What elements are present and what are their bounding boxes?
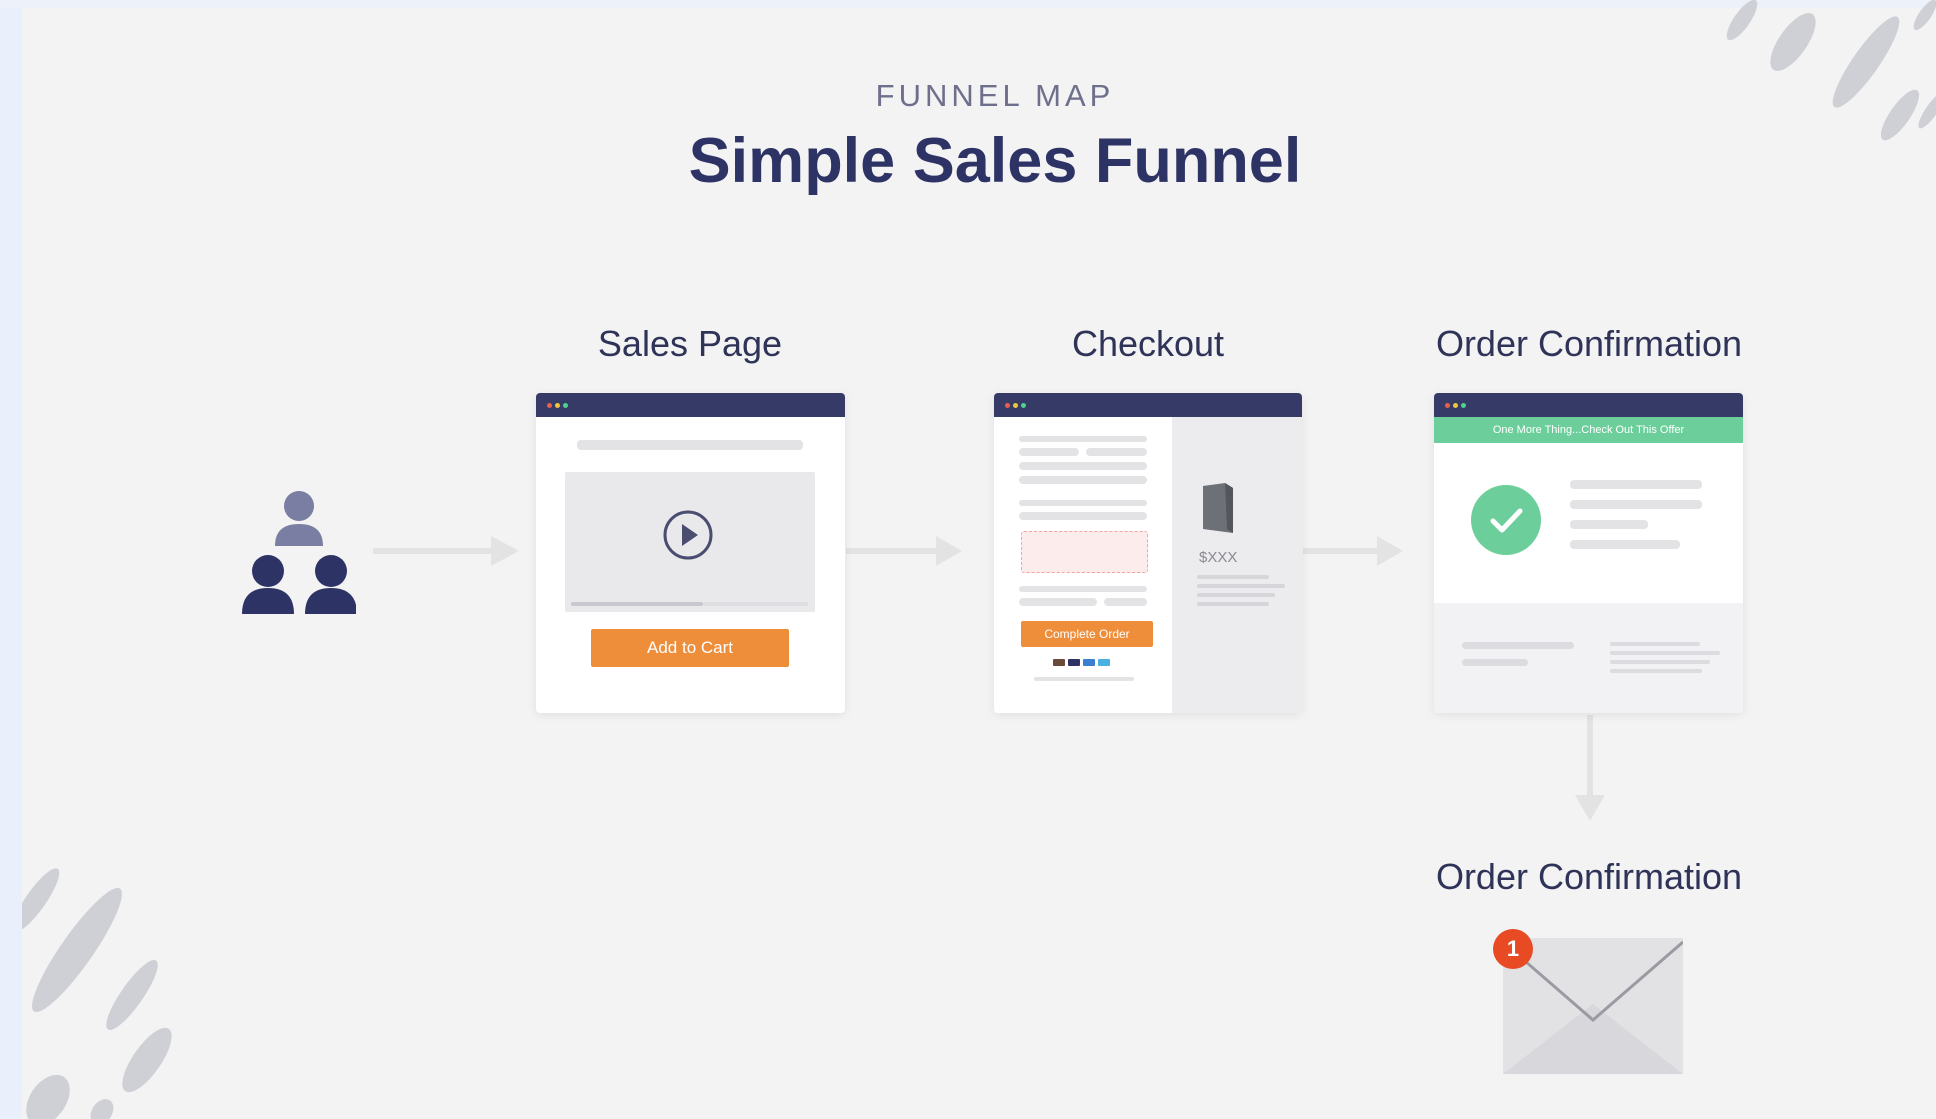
people-icon <box>242 491 356 614</box>
payment-card-icon <box>1053 659 1065 666</box>
eyebrow-label: FUNNEL MAP <box>875 78 1115 113</box>
product-price: $XXX <box>1199 549 1238 566</box>
payment-card-icon <box>1098 659 1110 666</box>
order-confirmation-card: One More Thing...Check Out This Offer <box>1434 393 1743 713</box>
top-edge <box>0 0 1936 8</box>
form-line <box>1019 500 1147 506</box>
step-label-checkout: Checkout <box>1071 323 1225 364</box>
step-label-order-confirmation-email: Order Confirmation <box>1435 856 1743 897</box>
form-line <box>1019 436 1147 442</box>
detail-line <box>1610 642 1700 646</box>
window-dot-yellow <box>555 403 560 408</box>
window-dot-yellow <box>1453 403 1458 408</box>
checkout-card: Complete Order $XXX <box>994 393 1302 713</box>
highlighted-field[interactable] <box>1021 531 1148 573</box>
form-field <box>1019 598 1097 606</box>
window-dot-green <box>1021 403 1026 408</box>
window-dot-red <box>547 403 552 408</box>
brush-strokes-bottom-left <box>22 868 172 1119</box>
summary-line <box>1197 593 1275 597</box>
arrow-icon <box>1575 715 1605 821</box>
window-dot-green <box>1461 403 1466 408</box>
notification-badge: 1 <box>1493 929 1533 969</box>
form-field <box>1019 476 1147 484</box>
window-dot-red <box>1005 403 1010 408</box>
form-field <box>1019 448 1079 456</box>
complete-order-button[interactable]: Complete Order <box>1021 621 1153 647</box>
form-field <box>1104 598 1147 606</box>
detail-line <box>1610 651 1720 655</box>
headline-placeholder <box>577 440 803 450</box>
arrow-icon <box>373 536 519 566</box>
window-dot-red <box>1445 403 1450 408</box>
video-progress[interactable] <box>571 602 703 606</box>
form-field <box>1019 462 1147 470</box>
summary-line <box>1197 584 1285 588</box>
confirmation-line <box>1570 540 1680 549</box>
video-progress-track <box>703 602 808 606</box>
play-icon[interactable] <box>662 509 714 561</box>
arrow-icon <box>1303 536 1403 566</box>
arrow-icon <box>846 536 962 566</box>
window-titlebar <box>994 393 1302 417</box>
summary-line <box>1197 575 1269 579</box>
payment-card-icon <box>1083 659 1095 666</box>
window-titlebar <box>1434 393 1743 417</box>
window-titlebar <box>536 393 845 417</box>
detail-line <box>1462 642 1574 649</box>
step-label-order-confirmation: Order Confirmation <box>1435 323 1743 364</box>
form-field <box>1086 448 1147 456</box>
confirmation-line <box>1570 500 1702 509</box>
confirmation-line <box>1570 480 1702 489</box>
detail-line <box>1610 660 1710 664</box>
page-title: Simple Sales Funnel <box>688 126 1302 196</box>
window-dot-green <box>563 403 568 408</box>
footer-line <box>1034 677 1134 681</box>
order-details-section <box>1434 603 1743 713</box>
upsell-offer-banner[interactable]: One More Thing...Check Out This Offer <box>1434 417 1743 443</box>
detail-line <box>1610 669 1702 673</box>
step-label-sales-page: Sales Page <box>597 323 783 364</box>
form-field <box>1019 512 1147 520</box>
payment-card-icon <box>1068 659 1080 666</box>
confirmation-line <box>1570 520 1648 529</box>
window-dot-yellow <box>1013 403 1018 408</box>
form-line <box>1019 586 1147 592</box>
sales-page-card: Add to Cart <box>536 393 845 713</box>
product-box-icon <box>1203 483 1233 533</box>
checkmark-icon <box>1471 485 1541 555</box>
summary-line <box>1197 602 1269 606</box>
detail-line <box>1462 659 1528 666</box>
add-to-cart-button[interactable]: Add to Cart <box>591 629 789 667</box>
